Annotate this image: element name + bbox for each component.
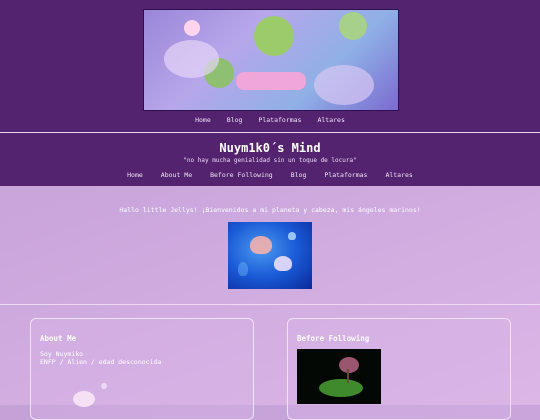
plant-shape <box>319 379 363 397</box>
before-following-image <box>297 349 381 404</box>
site-title[interactable]: Nuym1k0´s Mind <box>0 141 540 155</box>
main-nav-plataformas[interactable]: Plataformas <box>324 170 367 182</box>
main-nav-altares[interactable]: Altares <box>385 170 412 182</box>
about-me-line: ENFP / Alien / edad desconocida <box>40 358 162 366</box>
site-tagline: "no hay mucha genialidad sin un toque de… <box>183 157 357 164</box>
jellyfish-shape <box>274 256 292 271</box>
welcome-message: Hallo little Jellys! ¡Bienvenidos a mi p… <box>119 206 421 214</box>
main-nav-blog[interactable]: Blog <box>291 170 307 182</box>
header-banner-image <box>143 9 399 111</box>
jellyfish-image <box>228 222 312 289</box>
top-nav: Home Blog Plataformas Altares <box>0 115 540 127</box>
main-nav: Home About Me Before Following Blog Plat… <box>0 170 540 182</box>
sticker-shape <box>184 20 200 36</box>
hand-shape <box>314 65 374 105</box>
logo-text-shape <box>236 72 306 90</box>
main-nav-before-following[interactable]: Before Following <box>210 170 273 182</box>
main-nav-home[interactable]: Home <box>127 170 143 182</box>
hand-shape <box>164 40 219 78</box>
character-head-shape <box>254 16 294 56</box>
top-nav-plataformas[interactable]: Plataformas <box>258 115 301 127</box>
top-nav-altares[interactable]: Altares <box>317 115 344 127</box>
top-nav-blog[interactable]: Blog <box>227 115 243 127</box>
about-me-line: Soy Nuymiko <box>40 350 84 358</box>
bubble-shape <box>238 262 248 276</box>
header-divider <box>0 132 540 133</box>
before-following-title: Before Following <box>297 334 370 343</box>
tree-blossom-shape <box>339 357 359 373</box>
tree-trunk-shape <box>347 369 349 383</box>
sparkle-icon <box>101 383 107 389</box>
main-nav-about-me[interactable]: About Me <box>161 170 192 182</box>
about-me-title: About Me <box>40 334 77 343</box>
section-divider <box>0 304 540 305</box>
star-shape <box>288 232 296 240</box>
character-head-shape <box>339 12 367 40</box>
jellyfish-shape <box>250 236 272 254</box>
top-nav-home[interactable]: Home <box>195 115 211 127</box>
